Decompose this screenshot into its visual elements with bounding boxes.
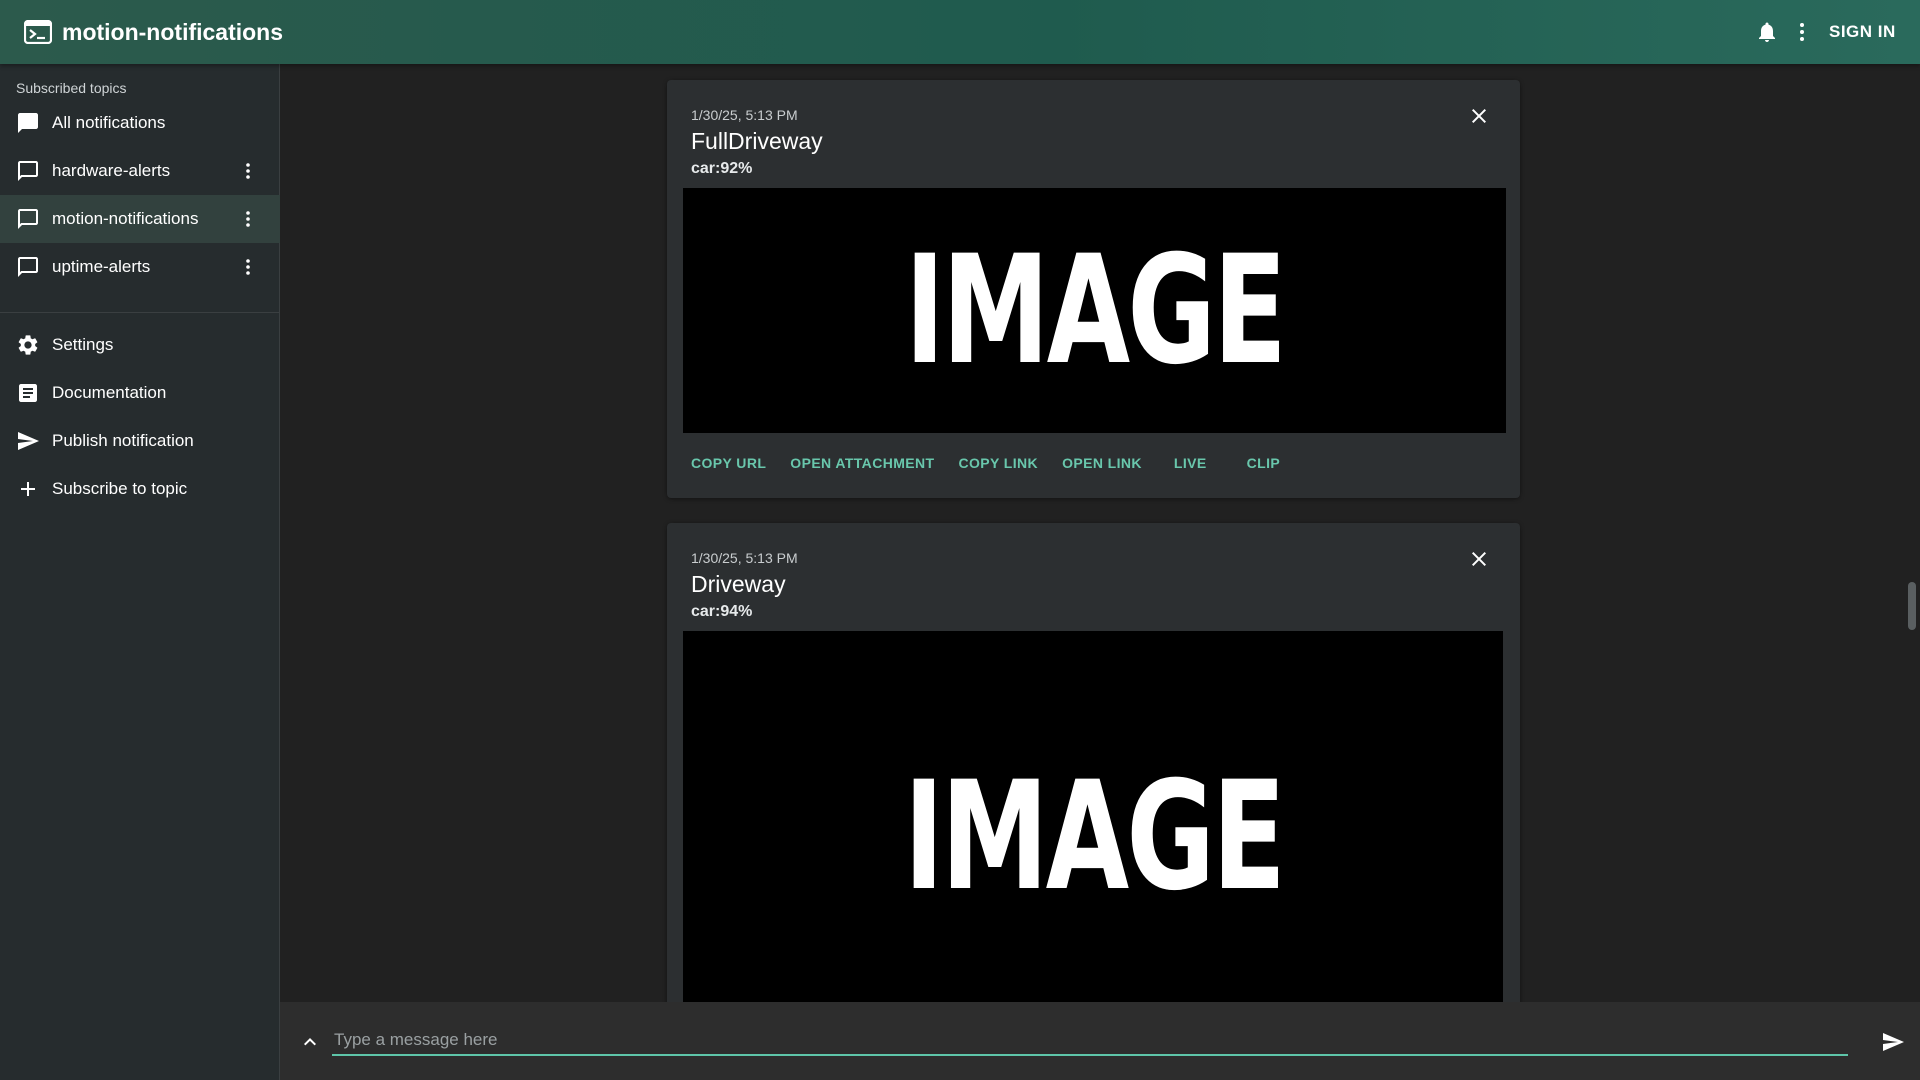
open-link-button[interactable]: OPEN LINK [1062, 455, 1142, 471]
notification-title: Driveway [691, 571, 786, 597]
chat-outline-icon [18, 257, 38, 277]
close-icon[interactable] [1467, 104, 1491, 128]
copy-link-button[interactable]: COPY LINK [958, 455, 1038, 471]
sidebar-item-label: Documentation [52, 383, 167, 402]
scrollbar-track [1904, 64, 1920, 1002]
terminal-logo-icon [24, 20, 52, 44]
notification-list: 1/30/25, 5:13 PM FullDriveway car:92% IM… [280, 64, 1904, 1002]
message-input[interactable] [332, 1026, 1848, 1056]
copy-url-button[interactable]: COPY URL [691, 455, 766, 471]
send-icon[interactable] [1880, 1030, 1906, 1054]
more-vert-icon[interactable] [1790, 20, 1814, 44]
sidebar-item-label: All notifications [52, 113, 166, 132]
notification-message: car:94% [691, 603, 753, 620]
notification-card: 1/30/25, 5:13 PM Driveway car:94% IMAGE [667, 523, 1520, 1002]
notification-actions: COPY URL OPEN ATTACHMENT COPY LINK OPEN … [691, 455, 1304, 471]
sidebar-item-label: uptime-alerts [52, 257, 151, 276]
notification-time: 1/30/25, 5:13 PM [691, 107, 798, 123]
sidebar-item-subscribe-to-topic[interactable]: Subscribe to topic [0, 465, 280, 513]
chevron-up-icon[interactable] [298, 1030, 322, 1054]
clip-button[interactable]: CLIP [1247, 455, 1281, 471]
chat-filled-icon [18, 113, 38, 133]
sidebar-section-title: Subscribed topics [16, 80, 127, 96]
sidebar-item-documentation[interactable]: Documentation [0, 369, 280, 417]
more-vert-icon[interactable] [236, 255, 260, 279]
scrollbar-thumb[interactable] [1908, 582, 1916, 630]
sidebar-item-motion-notifications[interactable]: motion-notifications [0, 195, 280, 243]
sidebar-item-label: Publish notification [52, 431, 194, 450]
sidebar-item-settings[interactable]: Settings [0, 321, 280, 369]
sidebar-item-hardware-alerts[interactable]: hardware-alerts [0, 147, 280, 195]
app-title: motion-notifications [62, 19, 284, 45]
chat-outline-icon [18, 161, 38, 181]
notification-time: 1/30/25, 5:13 PM [691, 550, 798, 566]
app-bar: motion-notifications SIGN IN [0, 0, 1920, 64]
open-attachment-button[interactable]: OPEN ATTACHMENT [790, 455, 934, 471]
chat-outline-icon [18, 209, 38, 229]
sidebar-item-label: Subscribe to topic [52, 479, 188, 498]
bell-icon[interactable] [1755, 20, 1779, 44]
plus-icon [21, 482, 35, 496]
sidebar-divider [0, 312, 280, 313]
image-placeholder-text: IMAGE [903, 750, 1285, 924]
notification-message: car:92% [691, 160, 753, 177]
document-icon [19, 384, 37, 402]
sidebar-item-publish-notification[interactable]: Publish notification [0, 417, 280, 465]
gear-icon [18, 335, 38, 355]
sidebar-item-all-notifications[interactable]: All notifications [0, 99, 280, 147]
notification-attachment-image[interactable]: IMAGE [683, 188, 1506, 433]
sign-in-button[interactable]: SIGN IN [1829, 22, 1896, 42]
close-icon[interactable] [1467, 547, 1491, 571]
sidebar-item-label: hardware-alerts [52, 161, 171, 180]
sidebar-item-uptime-alerts[interactable]: uptime-alerts [0, 243, 280, 291]
notification-card: 1/30/25, 5:13 PM FullDriveway car:92% IM… [667, 80, 1520, 498]
live-button[interactable]: LIVE [1174, 455, 1207, 471]
message-composer [280, 1002, 1920, 1080]
sidebar-item-label: motion-notifications [52, 209, 199, 228]
more-vert-icon[interactable] [236, 159, 260, 183]
notification-attachment-image[interactable]: IMAGE [683, 631, 1503, 1002]
image-placeholder-text: IMAGE [904, 223, 1287, 398]
send-icon [18, 432, 39, 450]
notification-title: FullDriveway [691, 128, 823, 154]
sidebar: Subscribed topics All notifications hard… [0, 64, 280, 1080]
sidebar-item-label: Settings [52, 335, 114, 354]
more-vert-icon[interactable] [236, 207, 260, 231]
